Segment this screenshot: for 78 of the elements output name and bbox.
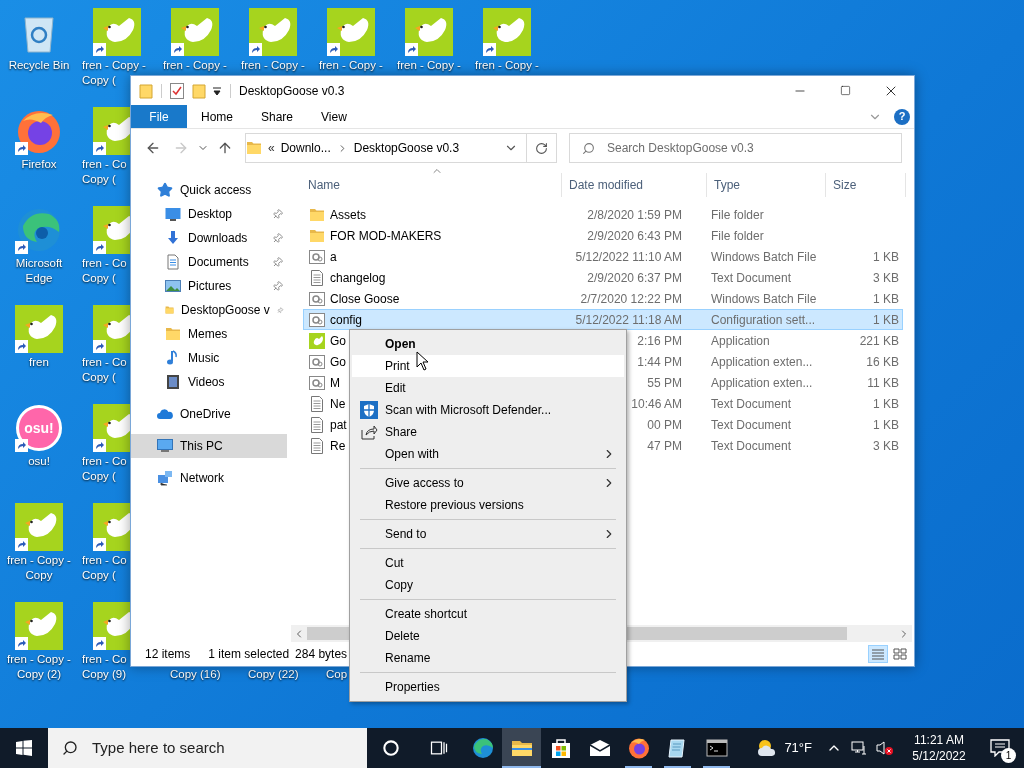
notification-count: 1 [1001,748,1016,763]
date-modified: 5/12/2022 11:10 AM [575,248,682,266]
icon-label: fren - Copy - [396,58,462,73]
icon-label: Copy (22) [248,667,299,682]
date-modified: 5/12/2022 11:18 AM [575,311,682,329]
icon-label: osu! [27,454,51,469]
file-name: Ne [330,395,346,413]
icon-label: Recycle Bin [7,58,71,73]
file-name: config [330,311,363,329]
file-size: 16 KB [866,353,899,371]
selection-count: 1 item selected [208,646,290,663]
file-type: Application [711,333,770,348]
file-size: 1 KB [873,416,899,434]
file-type: File folder [711,228,764,243]
file-type: Text Document [711,417,792,432]
icon-label: fren - Co Copy ( [82,157,127,187]
file-size: 221 KB [859,332,899,350]
file-name: Assets [330,206,366,224]
date-modified: 47 PM [647,437,682,455]
column-label: Size [833,177,857,194]
date-modified: 2/9/2020 6:37 PM [587,269,682,287]
file-type: Configuration sett... [711,312,816,327]
file-size: 1 KB [873,395,899,413]
column-label: Date modified [569,177,644,194]
icon-label: fren [28,355,50,370]
file-type: Text Document [711,270,792,285]
file-name: changelog [330,269,386,287]
file-type: Text Document [711,438,792,453]
date-modified: 2:16 PM [637,332,682,350]
file-size: 1 KB [873,311,899,329]
window-title: DesktopGoose v0.3 [239,82,345,100]
file-size: 1 KB [873,248,899,266]
icon-label: fren - Copy - Copy ( [82,58,146,88]
date-modified: 1:44 PM [637,353,682,371]
icon-label: fren - Co Copy (9) [82,652,127,682]
icon-label: fren - Co Copy ( [82,553,127,583]
icon-label: fren - Copy - [240,58,306,73]
file-type: Windows Batch File [711,291,817,306]
file-name: Close Goose [330,290,400,308]
icon-label: fren - Co Copy ( [82,256,127,286]
file-name: pat [330,416,347,434]
icon-label: fren - Copy - [474,58,540,73]
file-name: M [330,374,340,392]
file-size: 1 KB [873,290,899,308]
date-modified: 10:46 AM [631,395,682,413]
selection-size: 284 bytes [295,646,348,663]
icon-label: fren - Copy - Copy [6,553,72,583]
file-name: a [330,248,337,266]
icon-label: fren - Co Copy ( [82,355,127,385]
file-name: Go [330,332,346,350]
icon-label: Firefox [20,157,58,172]
column-label: Type [714,177,740,194]
file-name: Re [330,437,346,455]
file-type: Application exten... [711,354,813,369]
column-label: Name [308,177,340,194]
item-count: 12 items [145,646,191,663]
date-modified: 00 PM [647,416,682,434]
icon-label: fren - Copy - Copy (2) [6,652,72,682]
file-size: 3 KB [873,269,899,287]
date-modified: 2/9/2020 6:43 PM [587,227,682,245]
date-modified: 55 PM [647,374,682,392]
file-name: FOR MOD-MAKERS [330,227,442,245]
file-type: File folder [711,207,764,222]
file-name: Go [330,353,346,371]
file-type: Application exten... [711,375,813,390]
icon-label: Cop [326,667,348,682]
date-modified: 2/7/2020 12:22 PM [580,290,682,308]
icon-label: fren - Co Copy ( [82,454,127,484]
icon-label: Microsoft Edge [14,256,64,286]
file-size: 11 KB [867,374,899,392]
icon-label: fren - Copy - [162,58,228,73]
file-type: Text Document [711,396,792,411]
date-modified: 2/8/2020 1:59 PM [587,206,682,224]
osu-logo: osu! [16,405,62,451]
file-type: Windows Batch File [711,249,817,264]
icon-label: fren - Copy - [318,58,384,73]
file-size: 3 KB [873,437,899,455]
icon-label: Copy (16) [170,667,221,682]
